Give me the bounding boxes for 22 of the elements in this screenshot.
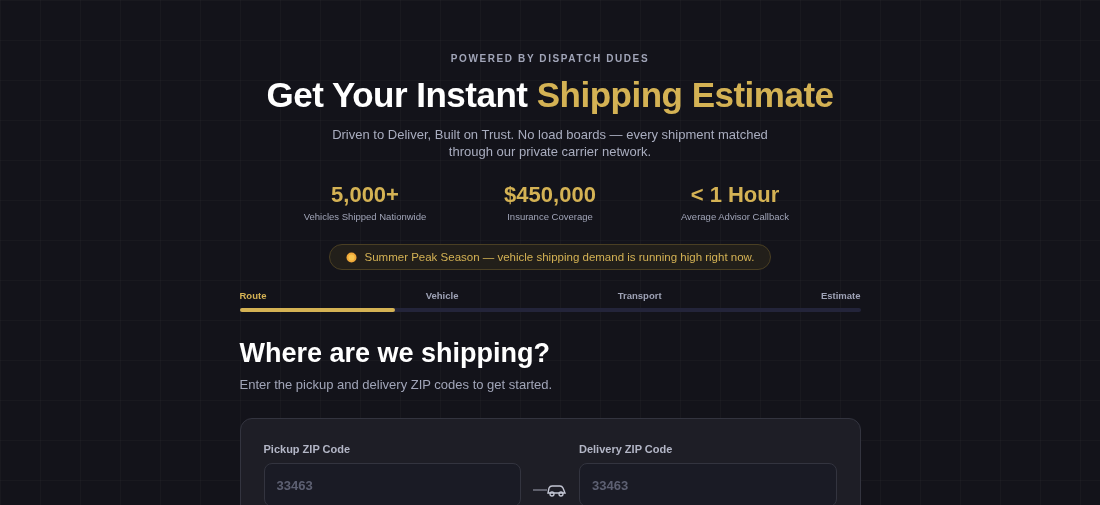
car-icon	[533, 483, 567, 497]
section-heading: Where are we shipping?	[239, 337, 552, 370]
step-label: Route	[239, 290, 267, 301]
notice-text: Summer Peak Season — vehicle shipping demand is running high right now.	[364, 251, 755, 263]
stat-label: Vehicles Shipped Nationwide	[303, 211, 427, 222]
zip-input[interactable]: 33463	[263, 463, 521, 505]
stat-label: Insurance Coverage	[507, 211, 593, 222]
stat-label: Average Advisor Callback	[680, 211, 790, 222]
step-label: Vehicle	[425, 290, 459, 301]
step-label: Transport	[617, 290, 662, 301]
stat-value: $450,000	[504, 182, 596, 208]
sun-icon	[345, 251, 357, 263]
tagline: POWERED BY DISPATCH DUDES	[450, 53, 650, 64]
stat-value: 5,000+	[331, 182, 399, 208]
section-description: Enter the pickup and delivery ZIP codes to get started.	[239, 377, 554, 392]
field-label: Pickup ZIP Code	[263, 443, 352, 455]
zip-input[interactable]: 33463	[579, 463, 837, 505]
field-label: Delivery ZIP Code	[579, 443, 674, 455]
page-subtitle: Driven to Deliver, Built on Trust. No load boards — every shipment matched through our private carrier network.	[331, 126, 769, 160]
step-label: Estimate	[820, 290, 861, 301]
stat-value: < 1 Hour	[690, 182, 780, 208]
page-title: Get Your Instant Shipping Estimate	[266, 74, 834, 116]
